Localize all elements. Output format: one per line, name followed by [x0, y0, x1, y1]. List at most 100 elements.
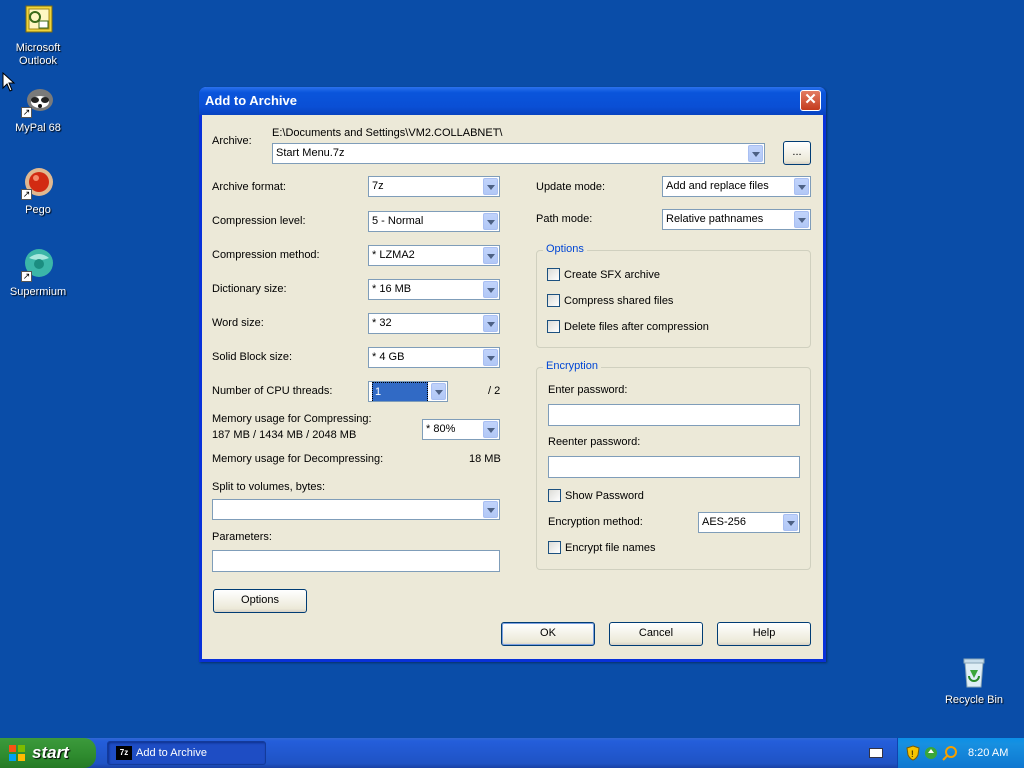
path-mode-value: Relative pathnames: [666, 213, 764, 225]
shortcut-arrow-icon: ↗: [21, 271, 32, 282]
reenter-password-input[interactable]: [548, 456, 800, 478]
search-icon[interactable]: [942, 745, 958, 761]
solid-block-size-label: Solid Block size:: [212, 351, 293, 363]
chevron-down-icon[interactable]: [483, 281, 498, 298]
chevron-down-icon[interactable]: [794, 178, 809, 195]
memory-compress-label: Memory usage for Compressing:: [212, 413, 372, 425]
dictionary-size-combo[interactable]: * 16 MB: [368, 279, 500, 300]
network-icon[interactable]: [924, 745, 938, 761]
ok-button[interactable]: OK: [501, 622, 595, 646]
word-size-combo[interactable]: * 32: [368, 313, 500, 334]
compression-method-combo[interactable]: * LZMA2: [368, 245, 500, 266]
desktop-icon-label: MyPal 68: [15, 122, 61, 134]
windows-logo-icon: [9, 745, 25, 761]
checkbox-box[interactable]: [548, 489, 561, 502]
cpu-threads-value: 1: [372, 382, 428, 401]
parameters-input[interactable]: [212, 550, 500, 572]
options-button[interactable]: Options: [213, 589, 307, 613]
enter-password-label: Enter password:: [548, 384, 628, 396]
cancel-button[interactable]: Cancel: [609, 622, 703, 646]
keyboard-icon[interactable]: [869, 748, 883, 758]
compress-shared-checkbox[interactable]: Compress shared files: [547, 294, 673, 307]
desktop-icon-outlook[interactable]: Microsoft Outlook: [0, 4, 76, 68]
taskbar: start 7z Add to Archive ! 8:20 AM: [0, 738, 1024, 768]
recycle-bin-icon: [957, 656, 991, 690]
encryption-method-combo[interactable]: AES-256: [698, 512, 800, 533]
cpu-threads-total: / 2: [488, 385, 501, 397]
encrypt-names-label: Encrypt file names: [565, 542, 656, 554]
dialog-titlebar[interactable]: Add to Archive ✕: [199, 87, 826, 115]
update-mode-combo[interactable]: Add and replace files: [662, 176, 811, 197]
shortcut-arrow-icon: ↗: [21, 107, 32, 118]
compression-method-label: Compression method:: [212, 249, 320, 261]
encryption-method-label: Encryption method:: [548, 516, 643, 528]
taskbar-item-add-to-archive[interactable]: 7z Add to Archive: [107, 741, 266, 765]
chevron-down-icon[interactable]: [483, 213, 498, 230]
compress-shared-label: Compress shared files: [564, 295, 674, 307]
encryption-group: Encryption Enter password: Reenter passw…: [536, 360, 811, 570]
chevron-down-icon[interactable]: [748, 145, 763, 162]
close-icon: ✕: [804, 91, 817, 108]
create-sfx-label: Create SFX archive: [564, 269, 660, 281]
archive-path: E:\Documents and Settings\VM2.COLLABNET\: [272, 127, 503, 139]
checkbox-box[interactable]: [547, 268, 560, 281]
archive-format-combo[interactable]: 7z: [368, 176, 500, 197]
cpu-threads-combo[interactable]: 1: [368, 381, 448, 402]
word-size-value: * 32: [372, 317, 392, 329]
chevron-down-icon[interactable]: [483, 349, 498, 366]
browse-button[interactable]: ...: [783, 141, 811, 165]
close-button[interactable]: ✕: [800, 90, 821, 111]
desktop-icon-supermium[interactable]: ↗ Supermium: [0, 248, 76, 299]
archive-format-label: Archive format:: [212, 181, 286, 193]
chevron-down-icon[interactable]: [483, 247, 498, 264]
solid-block-size-combo[interactable]: * 4 GB: [368, 347, 500, 368]
chevron-down-icon[interactable]: [783, 514, 798, 531]
help-button[interactable]: Help: [717, 622, 811, 646]
chevron-down-icon[interactable]: [431, 383, 446, 400]
split-volumes-combo[interactable]: [212, 499, 500, 520]
compression-level-combo[interactable]: 5 - Normal: [368, 211, 500, 232]
start-button[interactable]: start: [0, 738, 96, 768]
create-sfx-checkbox[interactable]: Create SFX archive: [547, 268, 660, 281]
checkbox-box[interactable]: [547, 320, 560, 333]
reenter-password-label: Reenter password:: [548, 436, 641, 448]
password-input[interactable]: [548, 404, 800, 426]
options-group: Options Create SFX archive Compress shar…: [536, 243, 811, 348]
update-mode-value: Add and replace files: [666, 180, 769, 192]
pego-icon: ↗: [21, 166, 55, 200]
archive-label: Archive:: [212, 135, 252, 147]
desktop-icon-label: Recycle Bin: [944, 694, 1004, 706]
chevron-down-icon[interactable]: [483, 315, 498, 332]
chevron-down-icon[interactable]: [483, 421, 498, 438]
memory-compress-value: 187 MB / 1434 MB / 2048 MB: [212, 429, 357, 441]
compression-method-value: * LZMA2: [372, 249, 415, 261]
memory-percent-combo[interactable]: * 80%: [422, 419, 500, 440]
desktop-icon-pego[interactable]: ↗ Pego: [0, 166, 76, 217]
chevron-down-icon[interactable]: [483, 501, 498, 518]
memory-decompress-value: 18 MB: [469, 453, 501, 465]
desktop-icon-label: Microsoft: [15, 42, 61, 54]
start-label: start: [32, 743, 69, 762]
encrypt-names-checkbox[interactable]: Encrypt file names: [548, 541, 655, 554]
shortcut-arrow-icon: ↗: [21, 189, 32, 200]
memory-percent-value: * 80%: [426, 423, 456, 435]
archive-name-combo[interactable]: Start Menu.7z: [272, 143, 765, 164]
desktop-icon-label: Supermium: [9, 286, 67, 298]
delete-after-checkbox[interactable]: Delete files after compression: [547, 320, 709, 333]
security-shield-icon[interactable]: !: [906, 745, 920, 761]
path-mode-combo[interactable]: Relative pathnames: [662, 209, 811, 230]
options-group-title: Options: [543, 243, 587, 255]
path-mode-label: Path mode:: [536, 213, 593, 225]
archive-name-value: Start Menu.7z: [276, 147, 345, 159]
encryption-group-title: Encryption: [543, 360, 601, 372]
desktop-icon-label: Pego: [25, 204, 51, 216]
checkbox-box[interactable]: [547, 294, 560, 307]
checkbox-box[interactable]: [548, 541, 561, 554]
chevron-down-icon[interactable]: [794, 211, 809, 228]
dialog-title: Add to Archive: [205, 93, 297, 108]
add-to-archive-dialog: Add to Archive ✕ Archive: E:\Documents a…: [199, 87, 826, 662]
show-password-checkbox[interactable]: Show Password: [548, 489, 644, 502]
chevron-down-icon[interactable]: [483, 178, 498, 195]
outlook-icon: [21, 4, 55, 38]
desktop-icon-recycle-bin[interactable]: Recycle Bin: [936, 656, 1012, 707]
